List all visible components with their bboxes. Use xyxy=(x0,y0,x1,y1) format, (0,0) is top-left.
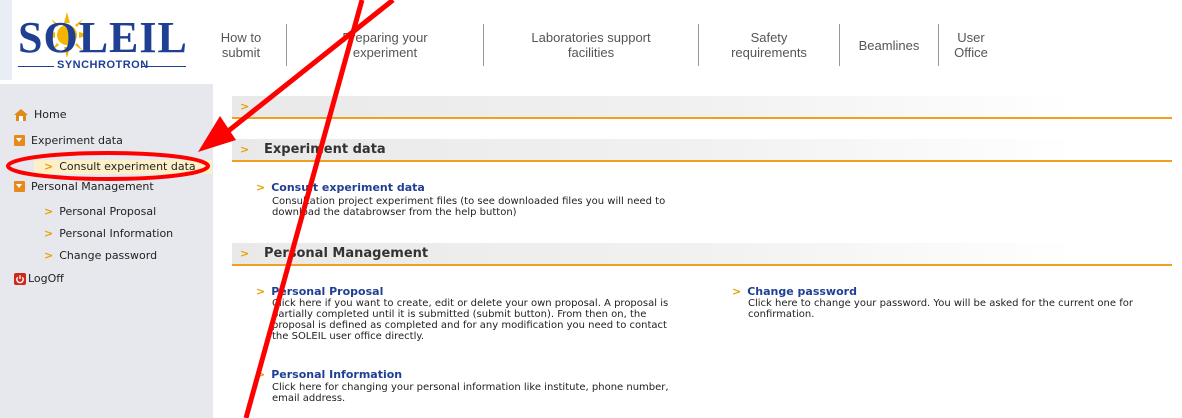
sidebar-item-label: Personal Proposal xyxy=(59,205,157,218)
logo-underline-right xyxy=(142,66,186,67)
chevron-right-icon: > xyxy=(240,143,250,156)
nav-safety-requirements[interactable]: Safety requirements xyxy=(699,24,839,66)
sidebar-item-label: Change password xyxy=(59,249,158,262)
chevron-right-icon: > xyxy=(44,205,54,218)
nav-beamlines[interactable]: Beamlines xyxy=(840,24,938,66)
section-header-experiment-data: > Experiment data xyxy=(232,139,1172,161)
nav-laboratories-support[interactable]: Laboratories support facilities xyxy=(484,24,698,66)
chevron-right-icon: > xyxy=(732,285,742,298)
expand-icon xyxy=(14,135,25,146)
home-icon xyxy=(14,108,28,121)
chevron-right-icon: > xyxy=(44,227,54,240)
chevron-right-icon: > xyxy=(240,247,250,260)
section-divider xyxy=(232,117,1172,119)
section-header-empty: > xyxy=(232,96,1172,118)
sidebar-item-label: LogOff xyxy=(28,272,64,285)
expand-icon xyxy=(14,181,25,192)
consult-description: Consultation project experiment files (t… xyxy=(272,196,666,218)
sidebar-item-personal-proposal[interactable]: > Personal Proposal xyxy=(44,205,156,218)
sidebar-item-home[interactable]: Home xyxy=(14,108,66,121)
chevron-right-icon: > xyxy=(44,160,54,173)
sidebar-item-personal-management[interactable]: Personal Management xyxy=(14,180,154,193)
nav-user-office[interactable]: User Office xyxy=(939,24,1003,66)
proposal-description: Click here if you want to create, edit o… xyxy=(272,298,669,342)
link-label: Change password xyxy=(747,285,857,298)
information-description: Click here for changing your personal in… xyxy=(272,382,669,404)
sidebar-item-label: Consult experiment data xyxy=(59,160,196,173)
password-description: Click here to change your password. You … xyxy=(748,298,1133,320)
chevron-right-icon: > xyxy=(256,285,266,298)
section-title: Experiment data xyxy=(264,142,386,157)
section-title: Personal Management xyxy=(264,246,429,261)
section-divider xyxy=(232,160,1172,162)
link-change-password[interactable]: > Change password xyxy=(732,285,857,298)
chevron-right-icon: > xyxy=(256,368,266,381)
sidebar-item-label: Personal Information xyxy=(59,227,174,240)
sidebar-item-label: Personal Management xyxy=(31,180,154,193)
link-consult-experiment-data[interactable]: > Consult experiment data xyxy=(256,181,425,194)
sidebar-item-personal-information[interactable]: > Personal Information xyxy=(44,227,173,240)
sidebar-item-consult-experiment-data[interactable]: > Consult experiment data xyxy=(44,160,196,173)
logo-accent-strip xyxy=(0,0,12,80)
chevron-right-icon: > xyxy=(240,100,250,113)
top-navigation: How to submit Preparing your experiment … xyxy=(196,20,1003,70)
logo-underline-left xyxy=(18,66,54,67)
link-personal-information[interactable]: > Personal Information xyxy=(256,368,402,381)
nav-preparing-experiment[interactable]: Preparing your experiment xyxy=(287,24,483,66)
sidebar-item-label: Experiment data xyxy=(31,134,123,147)
logo-subtitle: SYNCHROTRON xyxy=(57,59,149,71)
sidebar-item-label: Home xyxy=(34,108,67,121)
section-header-personal-management: > Personal Management xyxy=(232,243,1172,265)
nav-how-to-submit[interactable]: How to submit xyxy=(196,24,286,66)
power-icon xyxy=(14,272,26,285)
link-personal-proposal[interactable]: > Personal Proposal xyxy=(256,285,383,298)
soleil-logo[interactable]: SOLEIL SYNCHROTRON xyxy=(14,8,194,76)
chevron-right-icon: > xyxy=(256,181,266,194)
link-label: Consult experiment data xyxy=(271,181,425,194)
sidebar-item-change-password[interactable]: > Change password xyxy=(44,249,157,262)
logo-wordmark: SOLEIL xyxy=(18,13,188,62)
link-label: Personal Proposal xyxy=(271,285,384,298)
sidebar-item-experiment-data[interactable]: Experiment data xyxy=(14,134,123,147)
chevron-right-icon: > xyxy=(44,249,54,262)
sidebar-item-logoff[interactable]: LogOff xyxy=(14,272,64,285)
link-label: Personal Information xyxy=(271,368,403,381)
section-divider xyxy=(232,264,1172,266)
